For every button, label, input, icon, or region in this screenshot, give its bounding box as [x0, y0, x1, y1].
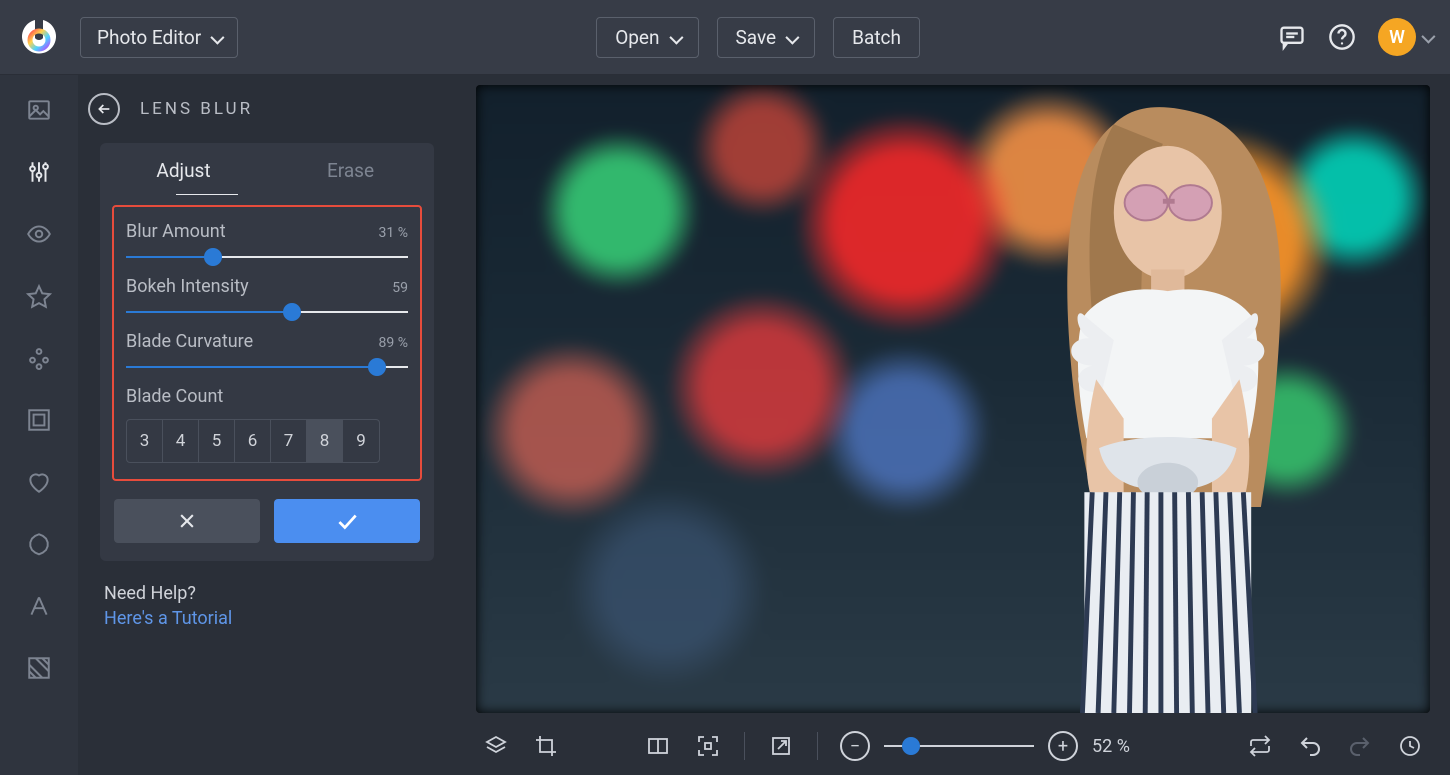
apply-button[interactable]	[274, 499, 420, 543]
popout-icon[interactable]	[767, 732, 795, 760]
image-tool[interactable]	[24, 95, 54, 125]
app-logo[interactable]	[18, 16, 60, 58]
blade-count-option-7[interactable]: 7	[271, 420, 307, 462]
history-icon[interactable]	[1396, 732, 1424, 760]
slider-value: 31 %	[379, 225, 408, 241]
mode-label: Photo Editor	[97, 26, 201, 49]
slider-track[interactable]	[126, 366, 408, 368]
slider-track[interactable]	[126, 256, 408, 258]
cancel-button[interactable]	[114, 499, 260, 543]
chevron-down-icon	[211, 26, 221, 49]
blade-count-label: Blade Count	[126, 386, 408, 407]
slider-fill	[126, 256, 213, 258]
slider-value: 89 %	[379, 335, 408, 351]
zoom-label: 52 %	[1092, 736, 1130, 757]
slider-thumb[interactable]	[283, 303, 301, 321]
tutorial-link[interactable]: Here's a Tutorial	[104, 608, 430, 629]
badge-tool[interactable]	[24, 529, 54, 559]
slider-thumb[interactable]	[368, 358, 386, 376]
adjust-tool[interactable]	[24, 157, 54, 187]
slider-thumb[interactable]	[902, 737, 920, 755]
tab-adjust[interactable]: Adjust	[100, 143, 267, 194]
canvas-stage[interactable]	[476, 85, 1430, 713]
slider-label: Blade Curvature	[126, 331, 253, 352]
slider-track[interactable]	[126, 311, 408, 313]
fit-icon[interactable]	[694, 732, 722, 760]
slider-blur-amount: Blur Amount 31 %	[126, 221, 408, 258]
slider-bokeh-intensity: Bokeh Intensity 59	[126, 276, 408, 313]
redo-icon[interactable]	[1346, 732, 1374, 760]
star-tool[interactable]	[24, 281, 54, 311]
back-button[interactable]	[88, 93, 120, 125]
side-panel: LENS BLUR Adjust Erase Blur Amount 31 %	[78, 75, 456, 775]
open-label: Open	[615, 26, 659, 49]
slider-fill	[126, 311, 292, 313]
undo-icon[interactable]	[1296, 732, 1324, 760]
account-menu[interactable]: W	[1378, 18, 1432, 56]
zoom-group: − + 52 %	[840, 731, 1130, 761]
texture-tool[interactable]	[24, 653, 54, 683]
slider-thumb[interactable]	[204, 248, 222, 266]
photo-subject	[953, 85, 1373, 713]
help-icon[interactable]	[1328, 23, 1356, 51]
zoom-in-button[interactable]: +	[1048, 731, 1078, 761]
blade-count-option-5[interactable]: 5	[199, 420, 235, 462]
divider	[744, 732, 745, 760]
chevron-down-icon	[1422, 28, 1432, 47]
loop-icon[interactable]	[1246, 732, 1274, 760]
adjust-card: Adjust Erase Blur Amount 31 %	[100, 143, 434, 561]
tab-erase[interactable]: Erase	[267, 143, 434, 194]
blade-count-option-3[interactable]: 3	[127, 420, 163, 462]
crop-icon[interactable]	[532, 732, 560, 760]
open-button[interactable]: Open	[596, 17, 698, 58]
slider-fill	[126, 366, 377, 368]
layers-icon[interactable]	[482, 732, 510, 760]
tool-rail	[0, 75, 78, 775]
bottom-toolbar: − + 52 %	[456, 717, 1450, 775]
feedback-icon[interactable]	[1278, 23, 1306, 51]
zoom-slider[interactable]	[884, 745, 1034, 747]
blade-count-option-9[interactable]: 9	[343, 420, 379, 462]
blade-count-option-8[interactable]: 8	[307, 420, 343, 462]
nodes-tool[interactable]	[24, 343, 54, 373]
adjust-controls-highlight: Blur Amount 31 % Bokeh Intensity 59	[112, 205, 422, 481]
save-label: Save	[736, 26, 777, 49]
save-button[interactable]: Save	[717, 17, 816, 58]
blade-count-option-4[interactable]: 4	[163, 420, 199, 462]
slider-value: 59	[392, 280, 408, 296]
batch-button[interactable]: Batch	[833, 17, 920, 58]
divider	[817, 732, 818, 760]
frame-tool[interactable]	[24, 405, 54, 435]
blade-count-option-6[interactable]: 6	[235, 420, 271, 462]
chevron-down-icon	[786, 26, 796, 49]
slider-label: Blur Amount	[126, 221, 226, 242]
heart-tool[interactable]	[24, 467, 54, 497]
help-block: Need Help? Here's a Tutorial	[104, 583, 430, 629]
eye-tool[interactable]	[24, 219, 54, 249]
blade-count-group: Blade Count 3456789	[126, 386, 408, 463]
slider-label: Bokeh Intensity	[126, 276, 249, 297]
chevron-down-icon	[670, 26, 680, 49]
batch-label: Batch	[852, 26, 901, 49]
canvas-area: − + 52 %	[456, 75, 1450, 775]
avatar: W	[1378, 18, 1416, 56]
mode-picker[interactable]: Photo Editor	[80, 17, 238, 58]
text-tool[interactable]	[24, 591, 54, 621]
tab-indicator	[176, 194, 238, 195]
slider-blade-curvature: Blade Curvature 89 %	[126, 331, 408, 368]
topbar: Photo Editor Open Save Batch	[0, 0, 1450, 75]
zoom-out-button[interactable]: −	[840, 731, 870, 761]
panel-title: LENS BLUR	[140, 99, 253, 119]
compare-icon[interactable]	[644, 732, 672, 760]
help-question: Need Help?	[104, 583, 430, 604]
avatar-letter: W	[1389, 27, 1405, 48]
